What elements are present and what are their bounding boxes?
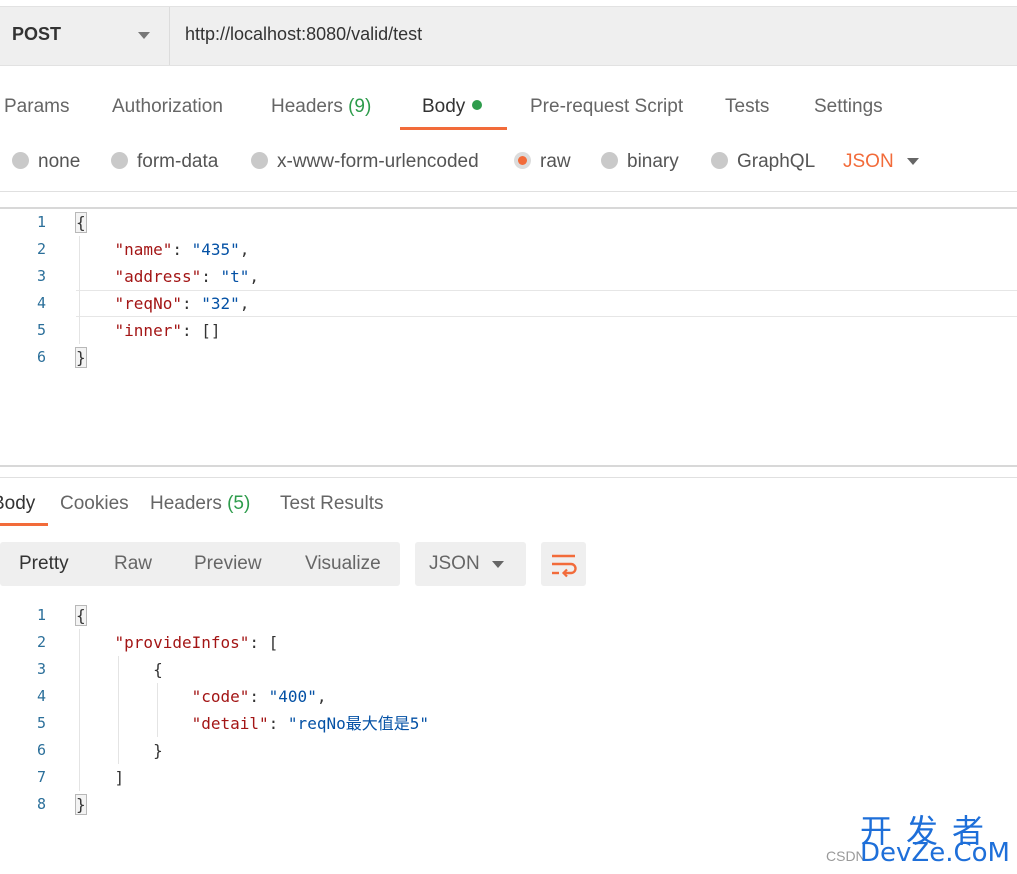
response-format-select[interactable]: JSON xyxy=(415,542,526,586)
tab-label: Authorization xyxy=(112,96,223,117)
line-numbers: 12345678 xyxy=(36,606,46,813)
radio-graphql[interactable]: GraphQL xyxy=(711,151,815,173)
view-raw-button[interactable]: Raw xyxy=(114,553,152,575)
divider xyxy=(0,191,1017,192)
response-format-label: JSON xyxy=(429,553,480,574)
pane-splitter[interactable] xyxy=(0,465,1017,467)
response-tab-cookies[interactable]: Cookies xyxy=(60,493,129,515)
tab-label: Body xyxy=(422,96,466,117)
tab-authorization[interactable]: Authorization xyxy=(112,96,223,118)
response-view-toggle: Pretty Raw Preview Visualize xyxy=(0,542,400,586)
tab-label: Headers xyxy=(150,493,222,514)
radio-raw[interactable]: raw xyxy=(514,151,571,173)
radio-label: GraphQL xyxy=(737,151,816,172)
line-numbers: 123456 xyxy=(36,213,46,366)
tab-label: Settings xyxy=(814,96,883,117)
tab-label: Tests xyxy=(725,96,770,117)
tab-label: Params xyxy=(4,96,70,117)
tab-headers[interactable]: Headers (9) xyxy=(271,96,371,118)
tab-label: Headers xyxy=(271,96,343,117)
radio-icon xyxy=(711,152,728,169)
headers-count-badge: (9) xyxy=(348,96,372,117)
tab-tests[interactable]: Tests xyxy=(725,96,769,118)
url-bar: POST http://localhost:8080/valid/test xyxy=(0,6,1017,66)
request-body-editor[interactable]: { "name": "435", "address": "t", "reqNo"… xyxy=(75,209,259,371)
method-select[interactable]: POST xyxy=(0,7,170,65)
radio-form-data[interactable]: form-data xyxy=(111,151,218,173)
chevron-down-icon xyxy=(138,32,150,39)
radio-label: x-www-form-urlencoded xyxy=(277,151,479,172)
response-tab-headers[interactable]: Headers (5) xyxy=(150,493,250,515)
radio-label: form-data xyxy=(137,151,219,172)
radio-label: binary xyxy=(627,151,679,172)
tab-label: Pre-request Script xyxy=(530,96,684,117)
radio-selected-icon xyxy=(514,152,531,169)
chevron-down-icon[interactable] xyxy=(907,158,919,165)
chevron-down-icon xyxy=(492,561,504,568)
view-preview-button[interactable]: Preview xyxy=(194,553,262,575)
radio-none[interactable]: none xyxy=(12,151,80,173)
view-visualize-button[interactable]: Visualize xyxy=(305,553,381,575)
radio-label: raw xyxy=(540,151,571,172)
response-body-viewer[interactable]: { "provideInfos": [ { "code": "400", "de… xyxy=(75,602,429,818)
active-tab-indicator xyxy=(0,523,48,526)
radio-icon xyxy=(601,152,618,169)
radio-binary[interactable]: binary xyxy=(601,151,679,173)
wrap-lines-icon xyxy=(552,554,577,578)
headers-count-badge: (5) xyxy=(227,493,251,514)
watermark-en: DevZe.CoM xyxy=(860,838,1010,868)
url-input[interactable]: http://localhost:8080/valid/test xyxy=(185,24,422,45)
view-pretty-button[interactable]: Pretty xyxy=(19,553,69,575)
radio-icon xyxy=(12,152,29,169)
tab-params[interactable]: Params xyxy=(4,96,69,118)
tab-body[interactable]: Body xyxy=(422,96,483,118)
wrap-lines-button[interactable] xyxy=(541,542,586,586)
method-label: POST xyxy=(12,24,62,44)
body-format-select[interactable]: JSON xyxy=(843,151,894,173)
response-tab-test-results[interactable]: Test Results xyxy=(280,493,383,515)
divider xyxy=(0,477,1017,478)
tab-pre-request-script[interactable]: Pre-request Script xyxy=(530,96,683,118)
radio-label: none xyxy=(38,151,81,172)
radio-x-www-form-urlencoded[interactable]: x-www-form-urlencoded xyxy=(251,151,479,173)
radio-icon xyxy=(251,152,268,169)
tab-settings[interactable]: Settings xyxy=(814,96,883,118)
radio-icon xyxy=(111,152,128,169)
active-tab-indicator xyxy=(400,127,507,130)
status-dot-icon xyxy=(472,100,483,110)
response-tab-body[interactable]: Body xyxy=(0,493,35,515)
